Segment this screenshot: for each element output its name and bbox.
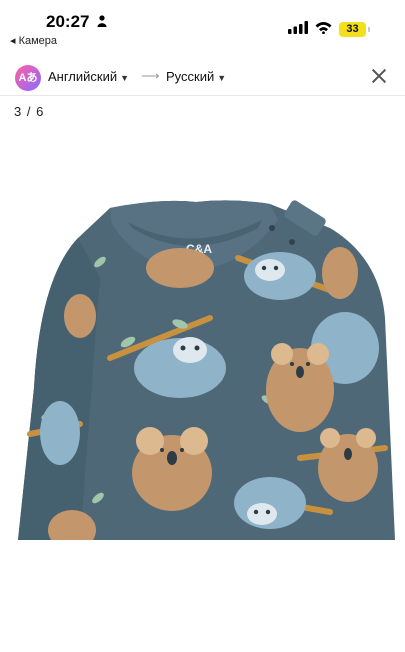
source-language-select[interactable]: Английский ▼ [48, 69, 129, 84]
signal-icon [288, 21, 308, 34]
chevron-down-icon: ▼ [120, 73, 130, 83]
image-counter: 3 / 6 [14, 104, 45, 119]
chevron-down-icon: ▼ [217, 73, 227, 83]
wifi-icon [315, 22, 332, 34]
target-language-select[interactable]: Русский ▼ [166, 69, 226, 84]
battery-indicator: 33 [339, 22, 366, 37]
translate-bar: Aあ Английский ▼ ⟶ Русский ▼ [0, 58, 405, 96]
product-photo[interactable]: C&A Avito [0, 128, 405, 651]
battery-tip [368, 27, 370, 32]
avito-watermark: Avito [300, 628, 355, 651]
back-to-camera-link[interactable]: ◂ Камера [10, 34, 57, 47]
person-icon [97, 15, 107, 27]
status-bar: 20:27 ◂ Камера 33 [0, 0, 405, 47]
sweater-illustration: C&A [18, 200, 395, 550]
close-icon[interactable] [371, 68, 387, 84]
arrow-right-icon: ⟶ [141, 68, 160, 83]
translate-icon[interactable]: Aあ [15, 65, 41, 91]
clock: 20:27 [46, 12, 90, 31]
